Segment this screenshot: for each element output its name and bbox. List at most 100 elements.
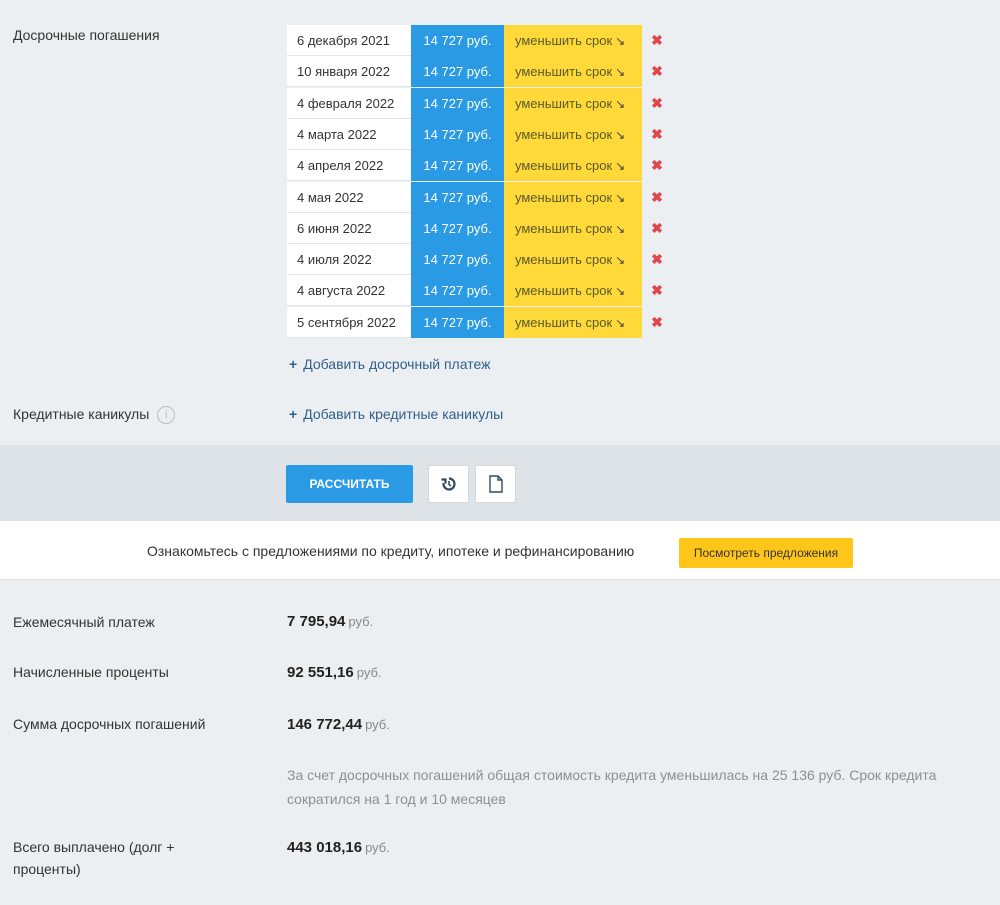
early-total-amount: 146 772,44: [287, 716, 363, 733]
document-icon: [488, 475, 503, 493]
delete-icon[interactable]: ✖: [642, 244, 672, 275]
repayment-date-field[interactable]: 6 декабря 2021: [287, 25, 411, 56]
repayment-mode-select[interactable]: уменьшить срок ↘: [504, 213, 642, 244]
info-icon[interactable]: i: [157, 406, 176, 425]
add-credit-holidays-link[interactable]: + Добавить кредитные каникулы: [289, 406, 503, 422]
repayment-amount-field[interactable]: 14 727 руб.: [411, 307, 504, 338]
repayment-date-field[interactable]: 10 января 2022: [287, 56, 411, 87]
calculate-button[interactable]: РАССЧИТАТЬ: [286, 465, 413, 503]
delete-icon[interactable]: ✖: [642, 213, 672, 244]
repayment-date-field[interactable]: 5 сентября 2022: [287, 307, 411, 338]
offer-banner: Ознакомьтесь с предложениями по кредиту,…: [0, 521, 1000, 580]
early-repayments-label: Досрочные погашения: [13, 27, 160, 43]
repayment-row: 4 марта 2022 14 727 руб. уменьшить срок ↘ ✖: [287, 119, 672, 150]
early-total-label: Сумма досрочных погашений: [13, 716, 206, 732]
repayment-amount-field[interactable]: 14 727 руб.: [411, 25, 504, 56]
add-early-payment-link[interactable]: + Добавить досрочный платеж: [289, 356, 490, 372]
repayment-row: 10 января 2022 14 727 руб. уменьшить срок ↘…: [287, 56, 672, 87]
repayment-mode-select[interactable]: уменьшить срок ↘: [504, 150, 642, 181]
view-offers-button[interactable]: Посмотреть предложения: [679, 538, 853, 568]
repayment-row: 6 декабря 2021 14 727 руб. уменьшить срок ↘…: [287, 25, 672, 56]
repayment-mode-select[interactable]: уменьшить срок ↘: [504, 307, 642, 338]
repayment-mode-label: уменьшить срок: [515, 158, 613, 173]
credit-holidays-label-text: Кредитные каникулы: [13, 406, 150, 422]
repayment-row: 4 апреля 2022 14 727 руб. уменьшить срок ↘ ✖: [287, 150, 672, 181]
arrow-down-right-icon: ↘: [615, 284, 626, 298]
repayment-mode-label: уменьшить срок: [515, 64, 613, 79]
arrow-down-right-icon: ↘: [615, 34, 626, 48]
currency-unit: руб.: [365, 717, 390, 732]
action-bar: РАССЧИТАТЬ: [0, 445, 1000, 521]
repayment-row: 6 июня 2022 14 727 руб. уменьшить срок ↘ ✖: [287, 213, 672, 244]
repayment-amount-field[interactable]: 14 727 руб.: [411, 150, 504, 181]
arrow-down-right-icon: ↘: [615, 97, 626, 111]
interest-value: 92 551,16 руб.: [287, 664, 382, 681]
repayment-mode-label: уменьшить срок: [515, 96, 613, 111]
total-paid-label: Всего выплачено (долг + проценты): [13, 839, 175, 877]
repayment-mode-label: уменьшить срок: [515, 315, 613, 330]
repayment-row: 4 февраля 2022 14 727 руб. уменьшить срок ↘…: [287, 88, 672, 119]
reset-icon: [441, 477, 456, 491]
repayment-mode-label: уменьшить срок: [515, 33, 613, 48]
delete-icon[interactable]: ✖: [642, 119, 672, 150]
monthly-payment-value: 7 795,94 руб.: [287, 613, 373, 630]
add-credit-holidays-label: Добавить кредитные каникулы: [303, 406, 504, 422]
interest-label: Начисленные проценты: [13, 664, 169, 680]
repayment-amount-field[interactable]: 14 727 руб.: [411, 88, 504, 119]
document-button[interactable]: [475, 465, 516, 503]
arrow-down-right-icon: ↘: [615, 128, 626, 142]
currency-unit: руб.: [356, 665, 382, 680]
repayment-mode-label: уменьшить срок: [515, 190, 613, 205]
monthly-payment-amount: 7 795,94: [287, 613, 346, 630]
repayment-mode-label: уменьшить срок: [515, 127, 613, 142]
offer-text: Ознакомьтесь с предложениями по кредиту,…: [147, 543, 635, 559]
repayment-amount-field[interactable]: 14 727 руб.: [411, 56, 504, 87]
delete-icon[interactable]: ✖: [642, 88, 672, 119]
arrow-down-right-icon: ↘: [615, 65, 626, 79]
delete-icon[interactable]: ✖: [642, 275, 672, 306]
repayment-date-field[interactable]: 6 июня 2022: [287, 213, 411, 244]
arrow-down-right-icon: ↘: [615, 222, 626, 236]
repayment-amount-field[interactable]: 14 727 руб.: [411, 244, 504, 275]
repayment-date-field[interactable]: 4 августа 2022: [287, 275, 411, 306]
repayment-mode-select[interactable]: уменьшить срок ↘: [504, 275, 642, 306]
repayment-date-field[interactable]: 4 февраля 2022: [287, 88, 411, 119]
repayment-row: 4 июля 2022 14 727 руб. уменьшить срок ↘ ✖: [287, 244, 672, 275]
arrow-down-right-icon: ↘: [615, 253, 626, 267]
repayment-mode-select[interactable]: уменьшить срок ↘: [504, 119, 642, 150]
delete-icon[interactable]: ✖: [642, 307, 672, 338]
early-repayments-section: Досрочные погашения 6 декабря 2021 14 727…: [0, 0, 1000, 445]
reset-button[interactable]: [428, 465, 469, 503]
repayment-mode-select[interactable]: уменьшить срок ↘: [504, 182, 642, 213]
monthly-payment-label: Ежемесячный платеж: [13, 614, 155, 630]
delete-icon[interactable]: ✖: [642, 25, 672, 56]
repayment-mode-label: уменьшить срок: [515, 252, 613, 267]
early-total-value: 146 772,44 руб.: [287, 716, 390, 733]
repayment-mode-select[interactable]: уменьшить срок ↘: [504, 25, 642, 56]
repayment-amount-field[interactable]: 14 727 руб.: [411, 213, 504, 244]
savings-note: За счет досрочных погашений общая стоимо…: [287, 767, 937, 807]
repayment-date-field[interactable]: 4 июля 2022: [287, 244, 411, 275]
credit-holidays-label: Кредитные каникулы i: [13, 406, 176, 425]
delete-icon[interactable]: ✖: [642, 56, 672, 87]
total-paid-amount: 443 018,16: [287, 839, 363, 856]
repayment-row: 4 мая 2022 14 727 руб. уменьшить срок ↘ ✖: [287, 182, 672, 213]
repayment-date-field[interactable]: 4 мая 2022: [287, 182, 411, 213]
currency-unit: руб.: [348, 614, 374, 629]
total-paid-value: 443 018,16 руб.: [287, 839, 390, 856]
repayment-row: 5 сентября 2022 14 727 руб. уменьшить срок…: [287, 307, 672, 338]
repayment-date-field[interactable]: 4 марта 2022: [287, 119, 411, 150]
plus-icon: +: [289, 356, 298, 372]
repayment-mode-select[interactable]: уменьшить срок ↘: [504, 88, 642, 119]
repayment-date-field[interactable]: 4 апреля 2022: [287, 150, 411, 181]
repayment-amount-field[interactable]: 14 727 руб.: [411, 275, 504, 306]
delete-icon[interactable]: ✖: [642, 150, 672, 181]
add-early-payment-label: Добавить досрочный платеж: [303, 356, 491, 372]
repayment-mode-select[interactable]: уменьшить срок ↘: [504, 244, 642, 275]
repayment-amount-field[interactable]: 14 727 руб.: [411, 119, 504, 150]
plus-icon: +: [289, 406, 298, 422]
delete-icon[interactable]: ✖: [642, 182, 672, 213]
repayment-mode-select[interactable]: уменьшить срок ↘: [504, 56, 642, 87]
repayment-mode-label: уменьшить срок: [515, 221, 613, 236]
repayment-amount-field[interactable]: 14 727 руб.: [411, 182, 504, 213]
